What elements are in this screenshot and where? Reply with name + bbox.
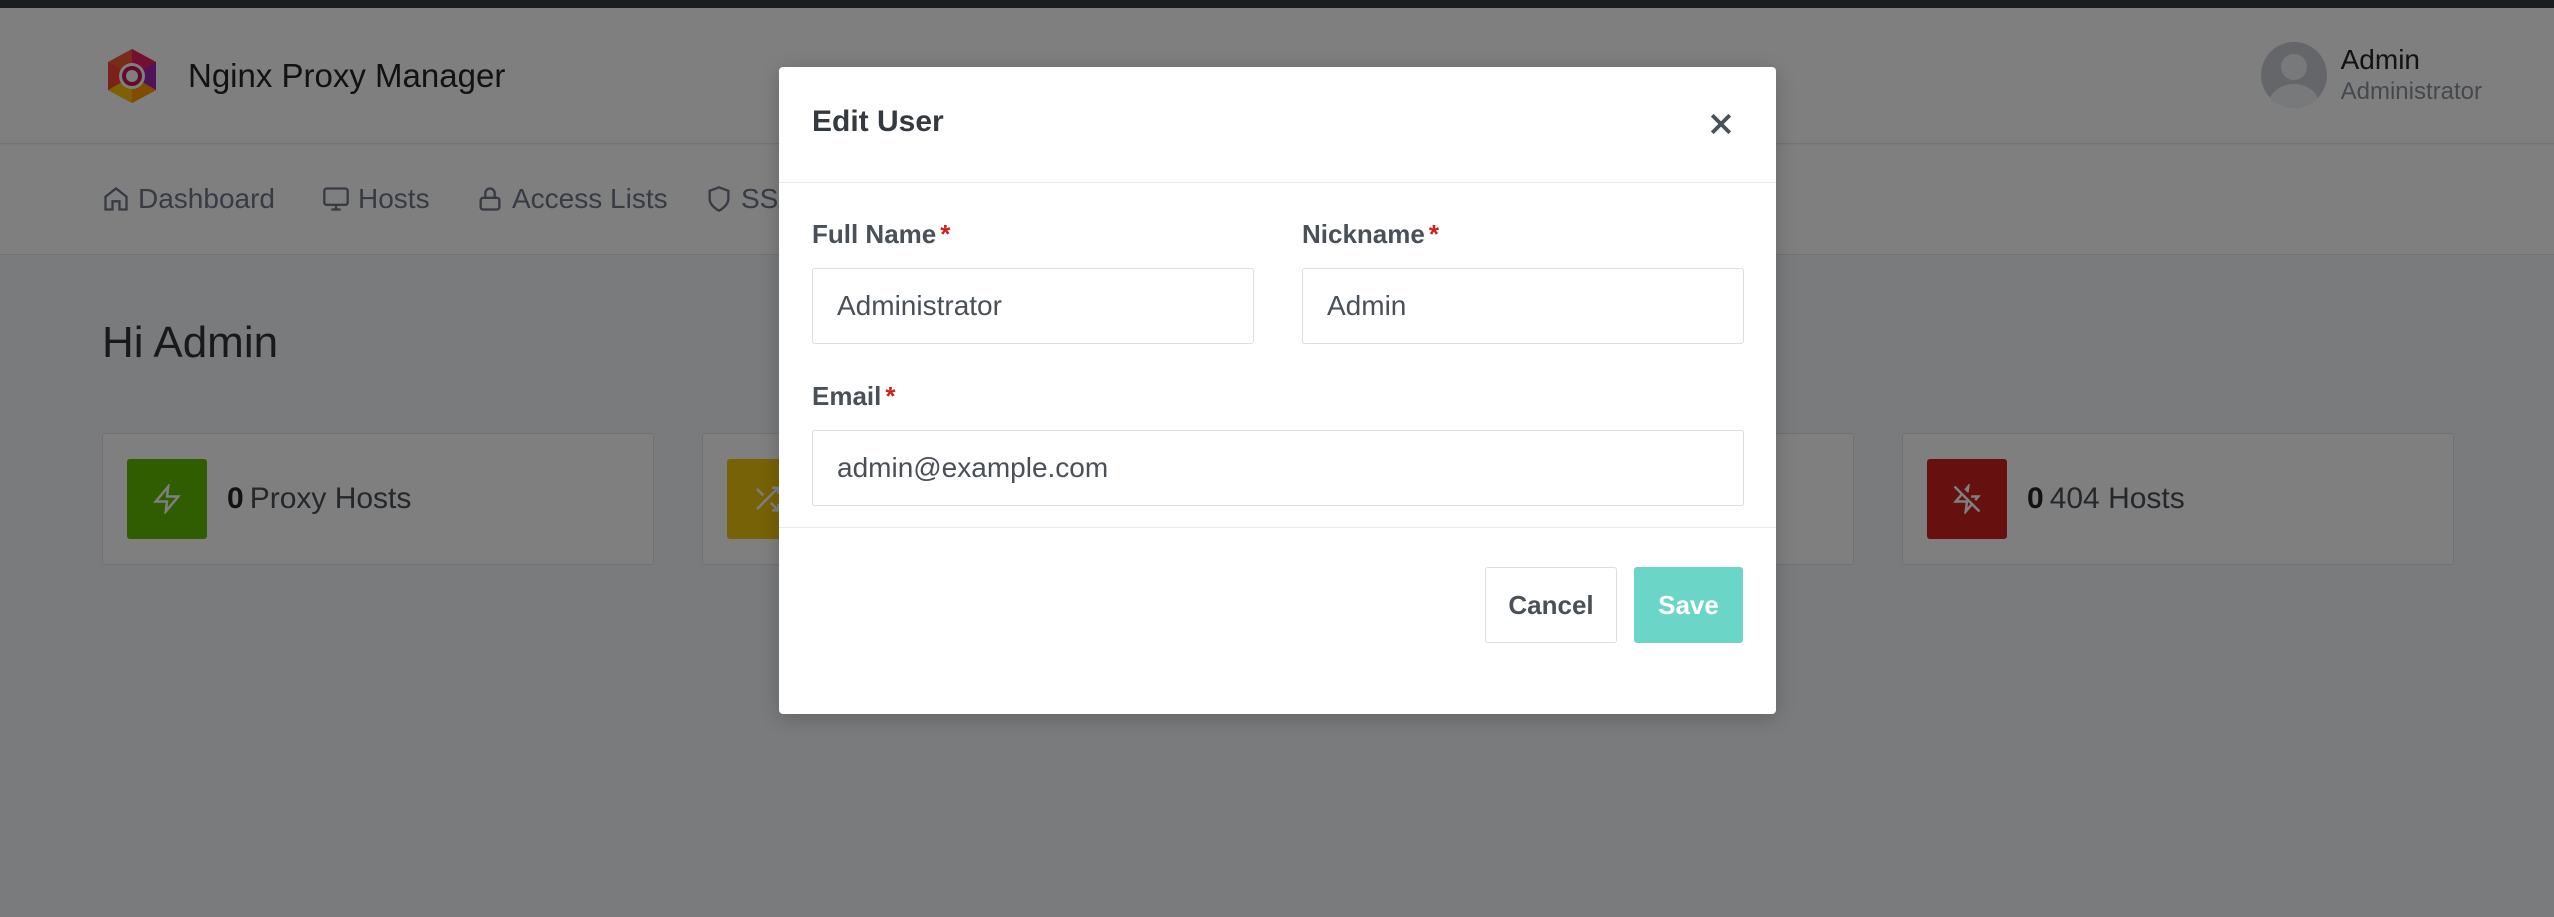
required-mark: *	[885, 381, 896, 411]
email-input[interactable]	[812, 430, 1744, 506]
full-name-field: Full Name *	[812, 219, 1254, 344]
edit-user-modal: Edit User Full Name* Nickname* Email* Ca…	[779, 67, 1776, 714]
required-mark: *	[940, 219, 951, 249]
full-name-label: Full Name *	[812, 219, 951, 249]
email-field: Email *	[812, 381, 1744, 506]
close-button[interactable]	[1706, 109, 1736, 139]
save-button[interactable]: Save	[1634, 567, 1743, 643]
full-name-input[interactable]	[812, 268, 1254, 344]
modal-header: Edit User	[779, 67, 1776, 183]
email-label: Email *	[812, 381, 896, 411]
nickname-field: Nickname *	[1302, 219, 1744, 344]
modal-body: Full Name* Nickname* Email*	[779, 183, 1776, 528]
required-mark: *	[1428, 219, 1439, 249]
close-icon	[1710, 113, 1732, 135]
nickname-input[interactable]	[1302, 268, 1744, 344]
modal-title: Edit User	[812, 105, 944, 138]
nickname-label: Nickname *	[1302, 219, 1439, 249]
cancel-button[interactable]: Cancel	[1485, 567, 1617, 643]
modal-footer: Cancel Save	[779, 528, 1776, 714]
